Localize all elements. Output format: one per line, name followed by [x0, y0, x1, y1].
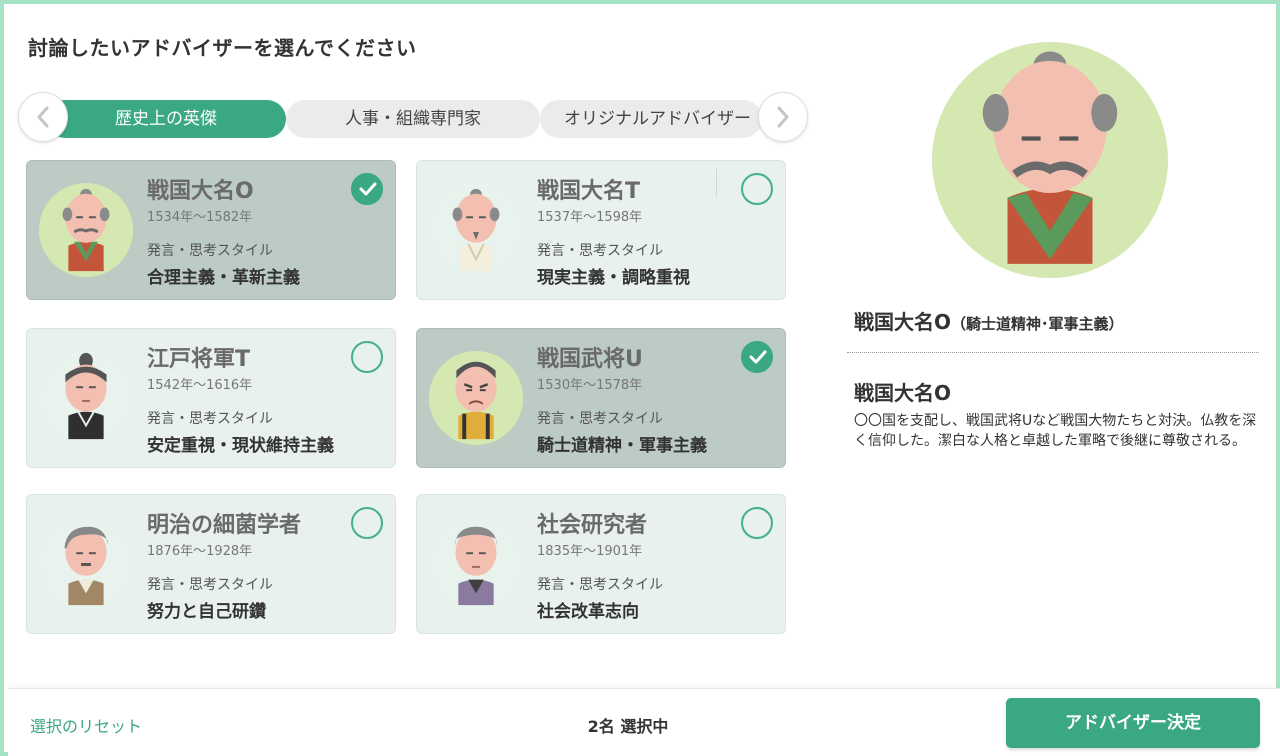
checkmark-icon [749, 350, 767, 364]
advisor-name: 戦国武将U [537, 347, 643, 372]
samurai-general-avatar [428, 350, 524, 446]
advisor-style: 騎士道精神・軍事主義 [537, 436, 707, 456]
select-checkbox[interactable] [351, 341, 383, 373]
advisor-name: 社会研究者 [537, 513, 648, 538]
advisor-years: 1542年〜1616年 [147, 378, 253, 393]
detail-name: 戦国大名O [854, 381, 952, 405]
chevron-left-icon [37, 106, 49, 128]
select-checkbox[interactable] [741, 341, 773, 373]
advisor-style-label: 発言・思考スタイル [147, 243, 273, 259]
advisor-name: 戦国大名O [147, 179, 254, 204]
footer-bar: 選択のリセット 2名 選択中 アドバイザー決定 [8, 688, 1280, 756]
advisor-years: 1530年〜1578年 [537, 378, 643, 393]
advisor-name: 戦国大名T [537, 179, 641, 204]
advisor-name: 明治の細菌学者 [147, 513, 302, 538]
tabs-next-button[interactable] [758, 92, 808, 142]
advisor-style: 合理主義・革新主義 [147, 268, 300, 288]
advisor-years: 1835年〜1901年 [537, 544, 643, 559]
tab-historical-heroes[interactable]: 歴史上の英傑 [46, 100, 286, 138]
shogun-avatar [38, 350, 134, 446]
divider [847, 352, 1259, 353]
select-checkbox[interactable] [351, 173, 383, 205]
advisor-style: 社会改革志向 [537, 602, 639, 622]
samurai-lord-avatar [428, 182, 524, 278]
advisor-card[interactable]: 社会研究者 1835年〜1901年 発言・思考スタイル 社会改革志向 [416, 494, 786, 634]
advisor-card[interactable]: 江戸将軍T 1542年〜1616年 発言・思考スタイル 安定重視・現状維持主義 [26, 328, 396, 468]
detail-description: 〇〇国を支配し、戦国武将Uなど戦国大物たちと対決。仏教を深く信仰した。潔白な人格… [854, 413, 1257, 449]
advisor-card[interactable]: 戦国大名O 1534年〜1582年 発言・思考スタイル 合理主義・革新主義 [26, 160, 396, 300]
decide-advisors-button[interactable]: アドバイザー決定 [1006, 698, 1260, 748]
chevron-right-icon [777, 106, 789, 128]
advisor-style-label: 発言・思考スタイル [147, 411, 273, 427]
category-tabs: 歴史上の英傑 人事・組織専門家 オリジナルアドバイザー [16, 92, 812, 144]
select-checkbox[interactable] [351, 507, 383, 539]
advisor-card[interactable]: 戦国武将U 1530年〜1578年 発言・思考スタイル 騎士道精神・軍事主義 [416, 328, 786, 468]
advisor-style-label: 発言・思考スタイル [147, 577, 273, 593]
advisor-style: 努力と自己研鑽 [147, 602, 266, 622]
divider [716, 169, 717, 197]
page-title: 討論したいアドバイザーを選んでください [28, 36, 417, 60]
checkmark-icon [359, 182, 377, 196]
tabs-prev-button[interactable] [18, 92, 68, 142]
advisor-card[interactable]: 戦国大名T 1537年〜1598年 発言・思考スタイル 現実主義・調略重視 [416, 160, 786, 300]
advisor-name: 江戸将軍T [147, 347, 251, 372]
detail-heading-name: 戦国大名O [854, 310, 952, 334]
samurai-lord-avatar [38, 182, 134, 278]
tab-original-advisors[interactable]: オリジナルアドバイザー [540, 100, 762, 138]
detail-heading-style: （騎士道精神･軍事主義） [951, 315, 1124, 333]
advisor-style: 安定重視・現状維持主義 [147, 436, 334, 456]
tab-hr-experts[interactable]: 人事・組織専門家 [286, 100, 540, 138]
advisor-style-label: 発言・思考スタイル [537, 577, 663, 593]
advisor-years: 1876年〜1928年 [147, 544, 253, 559]
researcher-avatar [428, 516, 524, 612]
selected-advisor-avatar [932, 42, 1168, 278]
advisor-style: 現実主義・調略重視 [537, 268, 690, 288]
advisor-years: 1534年〜1582年 [147, 210, 253, 225]
advisor-selection-dialog: 討論したいアドバイザーを選んでください 歴史上の英傑 人事・組織専門家 オリジナ… [0, 0, 1280, 756]
select-checkbox[interactable] [741, 173, 773, 205]
select-checkbox[interactable] [741, 507, 773, 539]
advisor-card[interactable]: 明治の細菌学者 1876年〜1928年 発言・思考スタイル 努力と自己研鑽 [26, 494, 396, 634]
advisor-style-label: 発言・思考スタイル [537, 411, 663, 427]
detail-heading: 戦国大名O（騎士道精神･軍事主義） [854, 306, 1124, 335]
scientist-avatar [38, 516, 134, 612]
advisor-style-label: 発言・思考スタイル [537, 243, 663, 259]
advisor-years: 1537年〜1598年 [537, 210, 643, 225]
